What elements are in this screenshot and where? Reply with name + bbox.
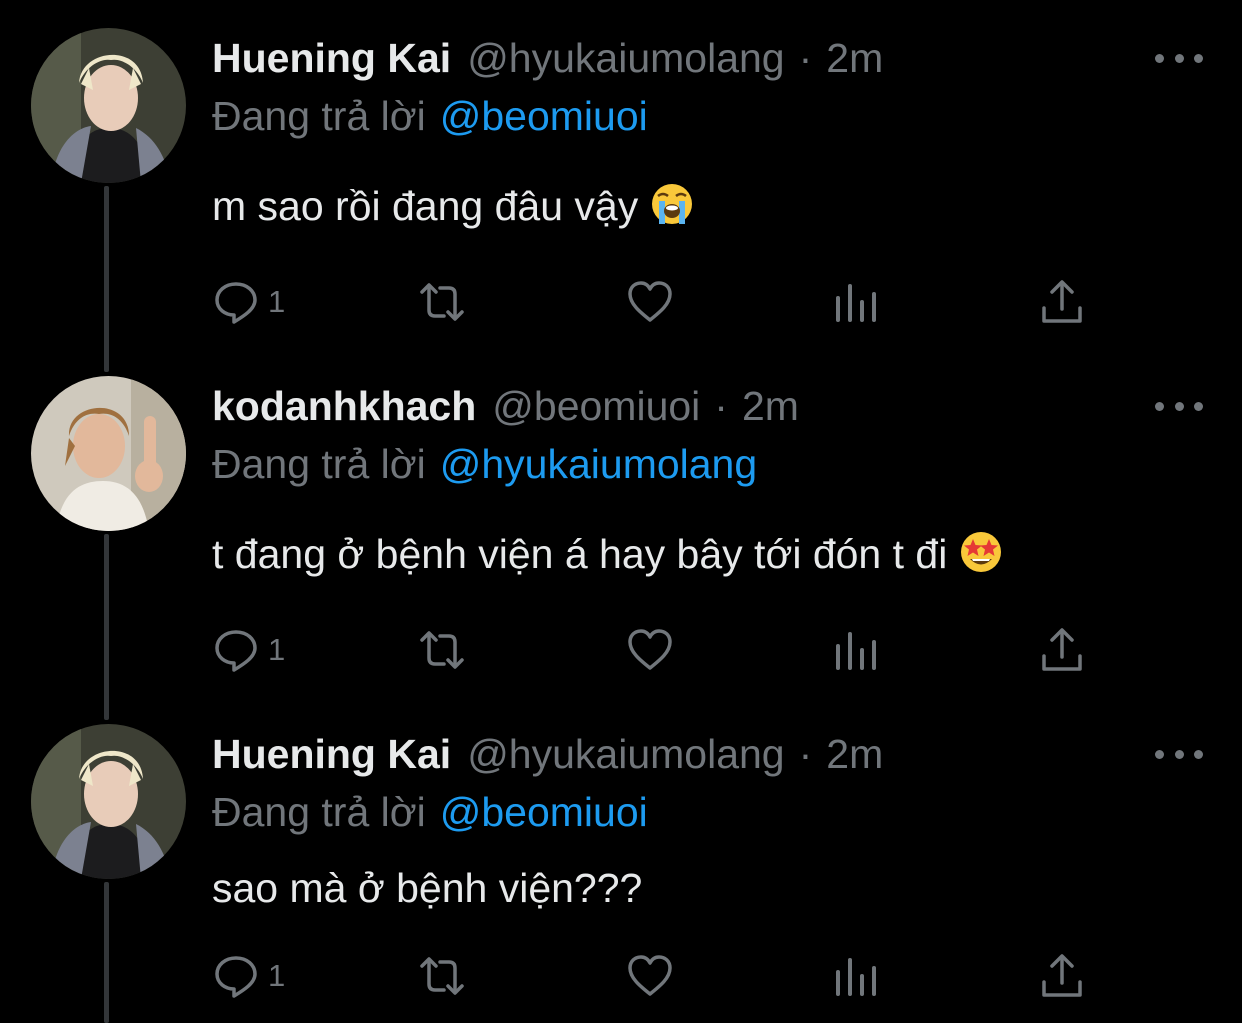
replying-to-label: Đang trả lời — [212, 93, 426, 139]
tweet[interactable]: kodanhkhach @beomiuoi · 2m Đang trả lời @… — [0, 376, 1242, 696]
share-icon — [1042, 954, 1082, 997]
avatar[interactable] — [31, 376, 186, 531]
reply-count: 1 — [268, 632, 286, 667]
reply-count: 1 — [268, 958, 286, 993]
more-options-icon[interactable] — [1155, 394, 1203, 418]
tweet-text-content: t đang ở bệnh viện á hay bây tới đón t đ… — [212, 531, 948, 577]
like-button[interactable] — [626, 272, 674, 332]
tweet-header: Huening Kai @hyukaiumolang · 2m — [212, 724, 883, 784]
analytics-icon — [836, 632, 876, 670]
tweet[interactable]: Huening Kai @hyukaiumolang · 2m Đang trả… — [0, 28, 1242, 348]
user-handle[interactable]: @hyukaiumolang — [467, 724, 784, 784]
separator-dot: · — [714, 383, 728, 429]
tweet-actions: 1 — [0, 272, 1242, 332]
share-icon — [1042, 628, 1082, 671]
timestamp[interactable]: 2m — [826, 28, 883, 88]
tweet-text: t đang ở bệnh viện á hay bây tới đón t đ… — [212, 524, 1003, 584]
replying-to: Đang trả lời @beomiuoi — [212, 782, 648, 842]
analytics-button[interactable] — [832, 272, 880, 332]
reply-count: 1 — [268, 284, 286, 319]
replying-to-label: Đang trả lời — [212, 789, 426, 835]
reply-button[interactable]: 1 — [212, 946, 285, 1006]
mention-link[interactable]: @hyukaiumolang — [440, 441, 757, 487]
retweet-icon — [420, 283, 464, 321]
display-name[interactable]: Huening Kai — [212, 28, 451, 88]
like-button[interactable] — [626, 620, 674, 680]
tweet-text: m sao rồi đang đâu vậy — [212, 176, 694, 236]
timestamp[interactable]: 2m — [742, 376, 799, 436]
like-icon — [628, 955, 672, 996]
replying-to: Đang trả lời @beomiuoi — [212, 86, 648, 146]
loudly-crying-face-emoji — [652, 184, 693, 224]
retweet-icon — [420, 631, 464, 669]
replying-to: Đang trả lời @hyukaiumolang — [212, 434, 757, 494]
mention-link[interactable]: @beomiuoi — [440, 93, 648, 139]
timestamp[interactable]: 2m — [826, 724, 883, 784]
more-options-icon[interactable] — [1155, 742, 1203, 766]
display-name[interactable]: kodanhkhach — [212, 376, 476, 436]
more-options-icon[interactable] — [1155, 46, 1203, 70]
reply-button[interactable]: 1 — [212, 272, 285, 332]
share-button[interactable] — [1038, 272, 1086, 332]
share-button[interactable] — [1038, 620, 1086, 680]
tweet[interactable]: Huening Kai @hyukaiumolang · 2m Đang trả… — [0, 724, 1242, 1023]
reply-icon — [215, 630, 257, 672]
mention-link[interactable]: @beomiuoi — [440, 789, 648, 835]
analytics-icon — [836, 958, 876, 996]
tweet-actions: 1 — [0, 620, 1242, 680]
share-button[interactable] — [1038, 946, 1086, 1006]
reply-icon — [215, 282, 257, 324]
retweet-button[interactable] — [418, 272, 466, 332]
retweet-icon — [420, 957, 464, 995]
share-icon — [1042, 280, 1082, 323]
tweet-text-content: m sao rồi đang đâu vậy — [212, 183, 639, 229]
star-struck-emoji — [961, 532, 1002, 572]
tweet-header: Huening Kai @hyukaiumolang · 2m — [212, 28, 883, 88]
avatar[interactable] — [31, 724, 186, 879]
avatar[interactable] — [31, 28, 186, 183]
like-icon — [628, 629, 672, 670]
retweet-button[interactable] — [418, 620, 466, 680]
tweet-header: kodanhkhach @beomiuoi · 2m — [212, 376, 799, 436]
retweet-button[interactable] — [418, 946, 466, 1006]
reply-icon — [215, 956, 257, 998]
tweet-text-content: sao mà ở bệnh viện??? — [212, 865, 643, 911]
reply-button[interactable]: 1 — [212, 620, 285, 680]
like-button[interactable] — [626, 946, 674, 1006]
display-name[interactable]: Huening Kai — [212, 724, 451, 784]
tweet-text: sao mà ở bệnh viện??? — [212, 858, 642, 918]
separator-dot: · — [798, 35, 813, 81]
analytics-button[interactable] — [832, 946, 880, 1006]
separator-dot: · — [798, 731, 813, 777]
like-icon — [628, 281, 672, 322]
analytics-icon — [836, 284, 876, 322]
tweet-actions: 1 — [0, 946, 1242, 1006]
replying-to-label: Đang trả lời — [212, 441, 426, 487]
analytics-button[interactable] — [832, 620, 880, 680]
user-handle[interactable]: @beomiuoi — [492, 376, 700, 436]
user-handle[interactable]: @hyukaiumolang — [467, 28, 784, 88]
